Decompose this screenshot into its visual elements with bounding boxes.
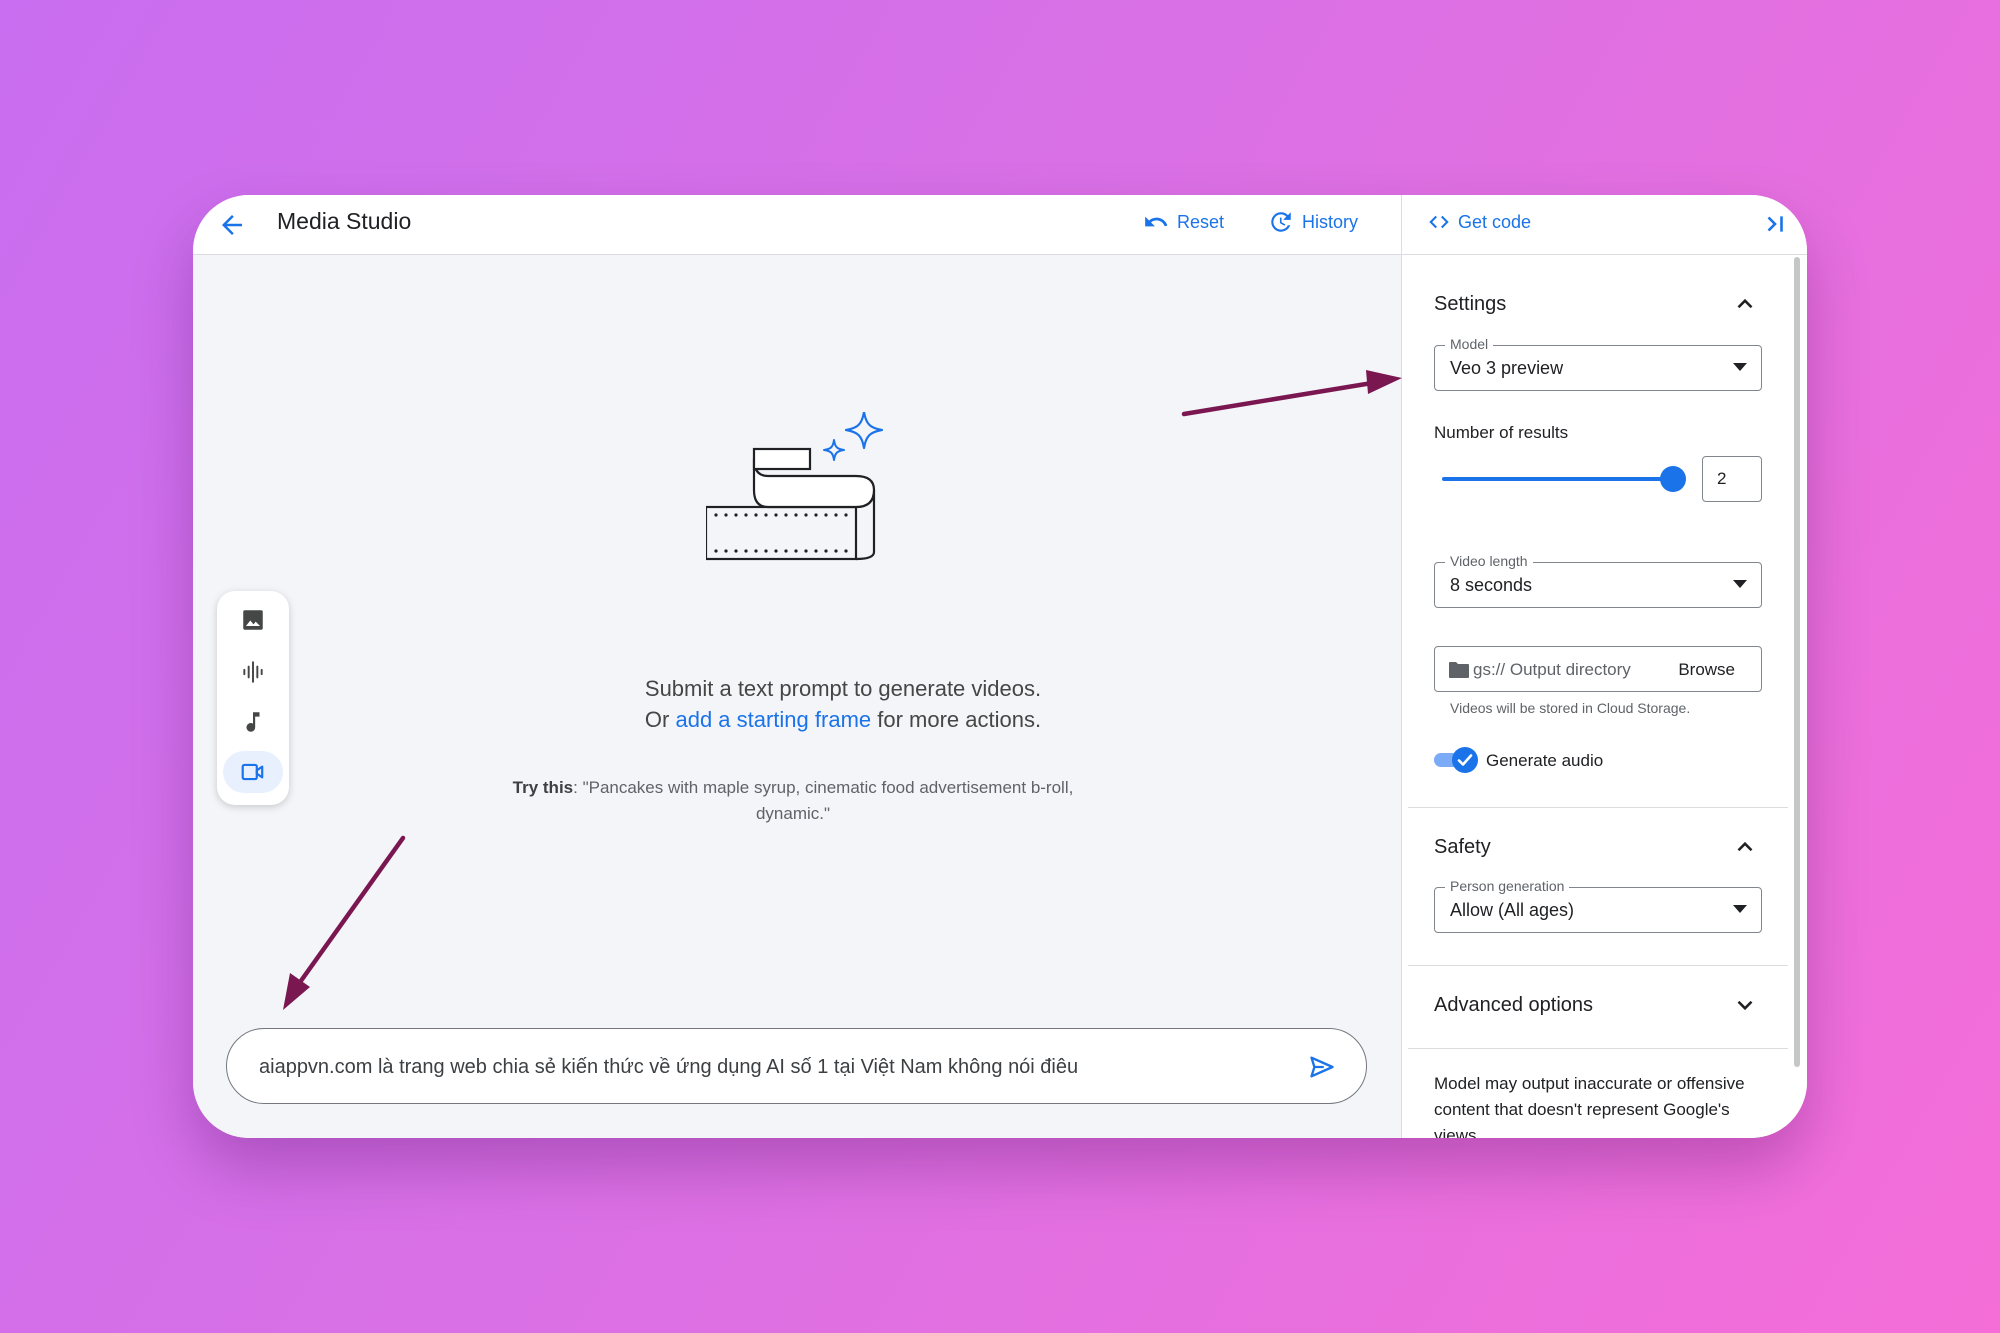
person-generation-value: Allow (All ages) xyxy=(1450,900,1575,920)
history-button[interactable]: History xyxy=(1268,209,1358,235)
output-directory-field[interactable]: gs:// Output directory Browse xyxy=(1434,646,1762,692)
app-title: Media Studio xyxy=(277,208,412,234)
chevron-up-icon[interactable] xyxy=(1732,291,1758,317)
model-label: Model xyxy=(1445,336,1494,352)
empty-state-suffix: for more actions. xyxy=(871,707,1042,732)
media-type-toolbar xyxy=(217,591,289,805)
reset-label: Reset xyxy=(1177,211,1225,232)
prompt-bar xyxy=(226,1028,1367,1105)
model-value: Veo 3 preview xyxy=(1450,358,1564,378)
results-count-input[interactable]: 2 xyxy=(1702,456,1762,502)
chevron-down-icon[interactable] xyxy=(1732,992,1758,1018)
prompt-input[interactable] xyxy=(257,1029,1291,1105)
video-length-label: Video length xyxy=(1445,553,1533,569)
empty-state-secondary: Or add a starting frame for more actions… xyxy=(513,707,1173,733)
code-icon xyxy=(1429,215,1449,229)
back-arrow-icon[interactable] xyxy=(217,210,247,240)
add-starting-frame-link[interactable]: add a starting frame xyxy=(675,707,871,732)
settings-section-title: Settings xyxy=(1434,293,1507,315)
try-this-label: Try this xyxy=(512,778,574,797)
video-length-value: 8 seconds xyxy=(1450,575,1533,595)
disclaimer-text: Model may output inaccurate or offensive… xyxy=(1434,1074,1745,1138)
music-mode-button[interactable] xyxy=(223,701,283,743)
dropdown-caret-icon xyxy=(1733,363,1747,371)
panel-top-bar: Get code xyxy=(1402,195,1807,255)
results-slider-thumb[interactable] xyxy=(1660,466,1686,492)
history-icon xyxy=(1271,212,1291,232)
image-mode-button[interactable] xyxy=(223,599,283,641)
storage-hint: Videos will be stored in Cloud Storage. xyxy=(1450,700,1691,716)
get-code-button[interactable]: Get code xyxy=(1428,211,1531,233)
send-icon xyxy=(1310,1056,1334,1078)
person-generation-label: Person generation xyxy=(1445,878,1570,894)
video-length-select[interactable]: Video length 8 seconds xyxy=(1434,553,1762,608)
example-prompt[interactable]: Try this: "Pancakes with maple syrup, ci… xyxy=(503,775,1083,827)
dropdown-caret-icon xyxy=(1733,580,1747,588)
model-select[interactable]: Model Veo 3 preview xyxy=(1434,336,1762,391)
generate-audio-toggle[interactable] xyxy=(1434,747,1480,773)
example-prompt-text: : "Pancakes with maple syrup, cinematic … xyxy=(573,778,1074,823)
audio-waveform-icon xyxy=(243,661,263,683)
empty-state-prefix: Or xyxy=(644,707,676,732)
main-canvas: Submit a text prompt to generate videos.… xyxy=(193,255,1401,1138)
video-camera-icon xyxy=(241,763,264,781)
send-button[interactable] xyxy=(1308,1053,1336,1081)
safety-section-title: Safety xyxy=(1434,836,1491,858)
collapse-panel-icon[interactable] xyxy=(1762,211,1788,237)
check-icon xyxy=(1452,747,1478,773)
film-strip-illustration xyxy=(706,412,884,561)
chevron-up-icon[interactable] xyxy=(1732,834,1758,860)
panel-scrollbar[interactable] xyxy=(1794,257,1800,1067)
dropdown-caret-icon xyxy=(1733,905,1747,913)
history-label: History xyxy=(1302,211,1359,232)
results-slider-track[interactable] xyxy=(1442,477,1674,481)
advanced-options-title[interactable]: Advanced options xyxy=(1434,994,1593,1017)
undo-icon xyxy=(1145,216,1168,227)
top-bar: Media Studio Reset History xyxy=(193,195,1401,255)
section-divider xyxy=(1408,807,1788,808)
audio-mode-button[interactable] xyxy=(223,651,283,693)
reset-button[interactable]: Reset xyxy=(1143,209,1224,235)
output-directory-input[interactable]: gs:// Output directory xyxy=(1473,660,1631,680)
results-label: Number of results xyxy=(1434,423,1569,442)
empty-state-message: Submit a text prompt to generate videos. xyxy=(644,676,1042,701)
media-studio-window: Media Studio Reset History Submit a text… xyxy=(193,195,1807,1138)
get-code-label: Get code xyxy=(1458,211,1532,232)
image-icon xyxy=(243,610,263,630)
folder-icon xyxy=(1449,662,1469,678)
browse-button[interactable]: Browse xyxy=(1678,660,1735,680)
section-divider xyxy=(1408,965,1788,966)
generate-audio-label: Generate audio xyxy=(1486,751,1604,770)
settings-panel: Get code Settings Model Veo 3 preview Nu… xyxy=(1401,195,1807,1138)
section-divider xyxy=(1408,1048,1788,1049)
video-mode-button[interactable] xyxy=(223,751,283,793)
music-note-icon xyxy=(246,712,260,732)
person-generation-select[interactable]: Person generation Allow (All ages) xyxy=(1434,878,1762,933)
